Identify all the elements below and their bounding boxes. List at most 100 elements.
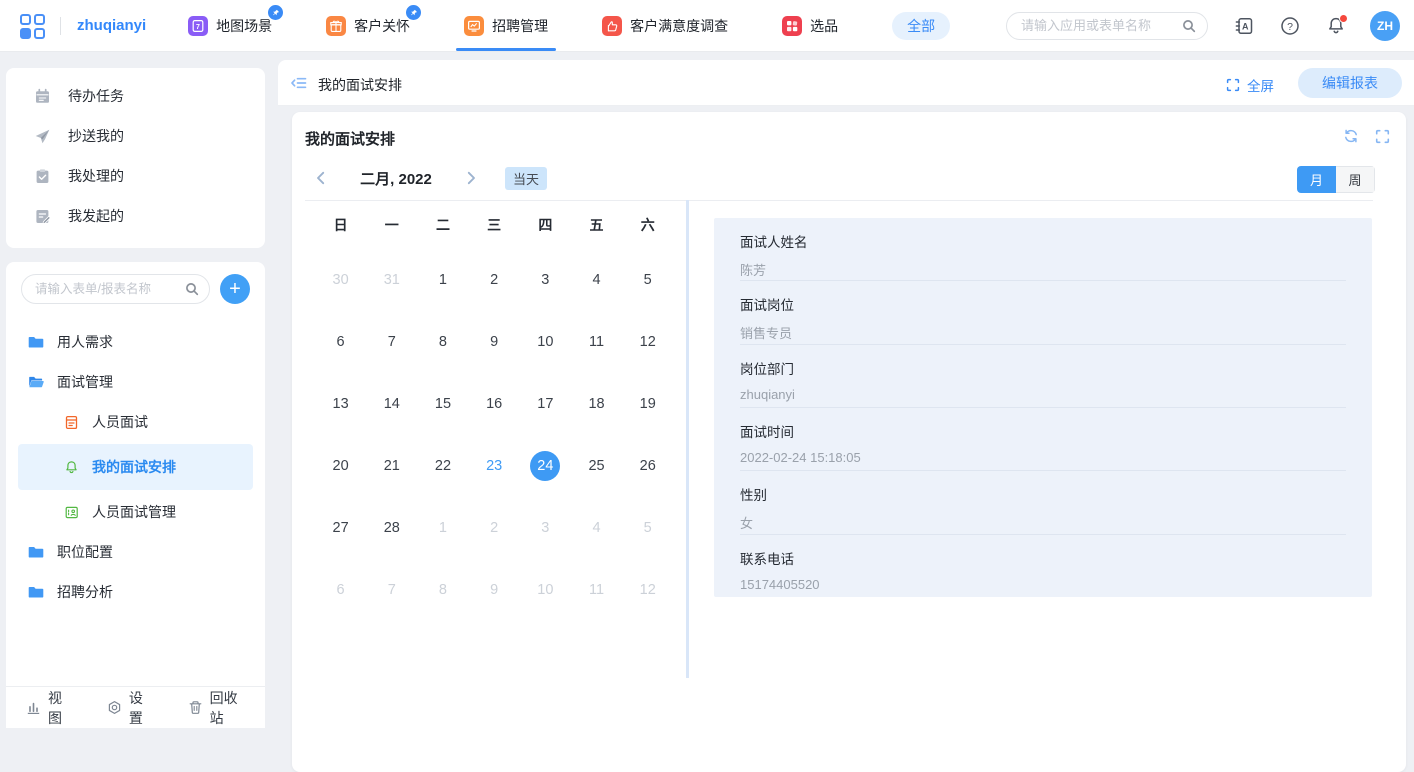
tree-item[interactable]: 人员面试 xyxy=(6,402,265,442)
tree-item[interactable]: 人员面试管理 xyxy=(6,492,265,532)
topbar-search-input[interactable] xyxy=(1006,12,1208,40)
avatar[interactable]: ZH xyxy=(1370,11,1400,41)
search-icon xyxy=(1181,18,1197,34)
expand-icon[interactable] xyxy=(1375,128,1390,144)
calendar-day[interactable]: 4 xyxy=(571,249,622,311)
calendar-day[interactable]: 12 xyxy=(622,311,673,373)
calendar-todo-icon xyxy=(34,88,51,105)
calendar-day[interactable]: 5 xyxy=(622,497,673,559)
chevron-left-icon[interactable] xyxy=(313,170,329,186)
document-icon xyxy=(64,415,79,430)
collapse-sidebar-icon[interactable] xyxy=(290,74,308,92)
tree-item[interactable]: 职位配置 xyxy=(6,532,265,572)
all-apps-pill[interactable]: 全部 xyxy=(892,12,950,40)
calendar-day[interactable]: 8 xyxy=(417,311,468,373)
view-toggle: 月 周 xyxy=(1297,166,1375,193)
sidebar-item-paper-plane[interactable]: 抄送我的 xyxy=(6,116,265,156)
app-tab[interactable]: 招聘管理 xyxy=(464,0,548,51)
calendar-day[interactable]: 11 xyxy=(571,559,622,621)
today-button[interactable]: 当天 xyxy=(505,167,547,190)
calendar-day[interactable]: 8 xyxy=(417,559,468,621)
calendar-day[interactable]: 20 xyxy=(315,435,366,497)
topbar-search xyxy=(1006,12,1208,40)
field-value: 女 xyxy=(740,513,1346,532)
calendar-day[interactable]: 9 xyxy=(469,311,520,373)
sidebar-search-input[interactable] xyxy=(21,274,210,304)
field-label: 性别 xyxy=(740,484,1346,504)
calendar-day[interactable]: 14 xyxy=(366,373,417,435)
app-tab[interactable]: 选品 xyxy=(782,0,838,51)
tree-item[interactable]: 用人需求 xyxy=(6,322,265,362)
add-button[interactable]: + xyxy=(220,274,250,304)
calendar-day[interactable]: 2 xyxy=(469,249,520,311)
calendar-day[interactable]: 19 xyxy=(622,373,673,435)
directory-icon[interactable]: A xyxy=(1234,16,1254,36)
field-value: 销售专员 xyxy=(740,323,1346,342)
calendar-day[interactable]: 13 xyxy=(315,373,366,435)
calendar-day[interactable]: 21 xyxy=(366,435,417,497)
bell-notification-icon[interactable] xyxy=(1326,16,1346,36)
weekday-label: 四 xyxy=(520,211,571,239)
calendar-day[interactable]: 27 xyxy=(315,497,366,559)
app-tab[interactable]: 7地图场景 xyxy=(188,0,272,51)
calendar-day[interactable]: 12 xyxy=(622,559,673,621)
footer-item[interactable]: 回收站 xyxy=(188,688,245,728)
detail-field: 面试人姓名陈芳 xyxy=(740,218,1346,281)
quick-list: 待办任务抄送我的我处理的我发起的 xyxy=(6,76,265,236)
sidebar-item-calendar-todo[interactable]: 待办任务 xyxy=(6,76,265,116)
calendar-day[interactable]: 16 xyxy=(469,373,520,435)
field-label: 联系电话 xyxy=(740,548,1346,568)
calendar-day[interactable]: 5 xyxy=(622,249,673,311)
workspace-name[interactable]: zhuqianyi xyxy=(77,17,146,34)
app-tab[interactable]: 客户关怀 xyxy=(326,0,410,51)
calendar-day[interactable]: 7 xyxy=(366,559,417,621)
detail-field: 面试时间2022-02-24 15:18:05 xyxy=(740,408,1346,471)
tree-item[interactable]: 我的面试安排 xyxy=(18,444,253,490)
edit-report-button[interactable]: 编辑报表 xyxy=(1298,68,1402,98)
calendar-day[interactable]: 10 xyxy=(520,559,571,621)
pin-badge-icon xyxy=(404,3,423,22)
calendar-day[interactable]: 3 xyxy=(520,249,571,311)
calendar-day[interactable]: 18 xyxy=(571,373,622,435)
calendar-day[interactable]: 11 xyxy=(571,311,622,373)
week-view-button[interactable]: 周 xyxy=(1336,166,1375,193)
calendar-day[interactable]: 25 xyxy=(571,435,622,497)
sidebar-item-clipboard-check[interactable]: 我处理的 xyxy=(6,156,265,196)
calendar-day[interactable]: 6 xyxy=(315,559,366,621)
calendar-day[interactable]: 4 xyxy=(571,497,622,559)
calendar-day[interactable]: 23 xyxy=(469,435,520,497)
sidebar-quick-panel: 待办任务抄送我的我处理的我发起的 xyxy=(6,68,265,248)
calendar-day[interactable]: 2 xyxy=(469,497,520,559)
calendar-day[interactable]: 15 xyxy=(417,373,468,435)
calendar-day[interactable]: 31 xyxy=(366,249,417,311)
sidebar-footer: 视图设置 回收站 xyxy=(6,686,265,728)
sidebar-item-doc-edit[interactable]: 我发起的 xyxy=(6,196,265,236)
refresh-icon[interactable] xyxy=(1343,128,1359,144)
fullscreen-button[interactable]: 全屏 xyxy=(1226,75,1274,95)
calendar-day[interactable]: 28 xyxy=(366,497,417,559)
footer-item-label: 回收站 xyxy=(210,688,245,728)
calendar-day[interactable]: 26 xyxy=(622,435,673,497)
calendar-day[interactable]: 7 xyxy=(366,311,417,373)
calendar-day[interactable]: 1 xyxy=(417,249,468,311)
field-label: 面试时间 xyxy=(740,421,1346,441)
calendar-day[interactable]: 30 xyxy=(315,249,366,311)
footer-item[interactable]: 视图 xyxy=(26,688,71,728)
calendar-day[interactable]: 1 xyxy=(417,497,468,559)
help-icon[interactable]: ? xyxy=(1280,16,1300,36)
month-view-button[interactable]: 月 xyxy=(1297,166,1336,193)
app-tab[interactable]: 客户满意度调查 xyxy=(602,0,728,51)
tree-item[interactable]: 招聘分析 xyxy=(6,572,265,612)
calendar-day[interactable]: 9 xyxy=(469,559,520,621)
chevron-right-icon[interactable] xyxy=(463,170,479,186)
calendar-day[interactable]: 17 xyxy=(520,373,571,435)
weekday-label: 二 xyxy=(417,211,468,239)
calendar-day[interactable]: 22 xyxy=(417,435,468,497)
tree-item[interactable]: 面试管理 xyxy=(6,362,265,402)
footer-item[interactable]: 设置 xyxy=(107,688,152,728)
apps-grid-logo-icon[interactable] xyxy=(20,14,44,38)
calendar-day[interactable]: 6 xyxy=(315,311,366,373)
calendar-day[interactable]: 24 xyxy=(520,435,571,497)
calendar-day[interactable]: 10 xyxy=(520,311,571,373)
calendar-day[interactable]: 3 xyxy=(520,497,571,559)
